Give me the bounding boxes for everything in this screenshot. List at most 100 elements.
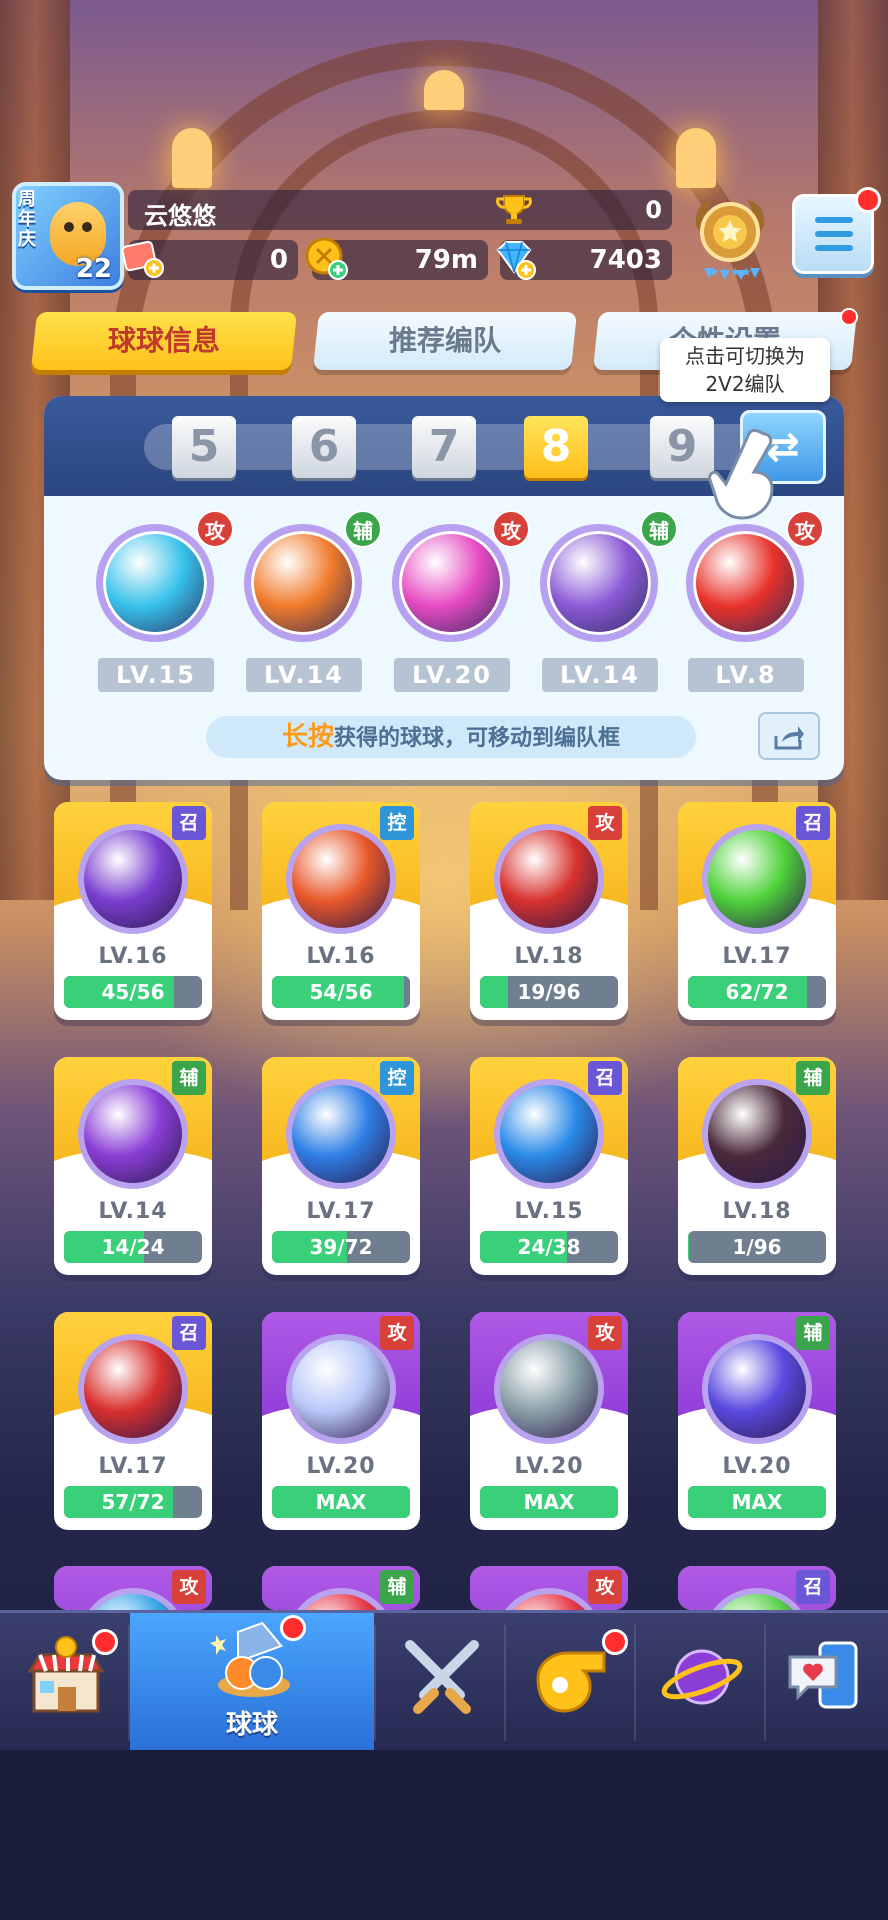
card-progress-text: 57/72 — [101, 1490, 165, 1514]
ball-role-badge: 攻 — [196, 510, 234, 548]
formation-ball[interactable] — [96, 524, 214, 642]
ticket-count: 0 — [269, 245, 288, 275]
formation-slot[interactable]: 7 — [412, 416, 476, 478]
card-level: LV.18 — [722, 1199, 792, 1224]
card-progress-text: MAX — [731, 1490, 783, 1514]
coin-count: 79m — [414, 245, 478, 275]
ball-card[interactable]: 攻 LV.20 MAX — [262, 1312, 420, 1530]
formation-ball[interactable] — [540, 524, 658, 642]
nav-shop[interactable] — [0, 1613, 128, 1753]
whistle-icon — [536, 1651, 606, 1713]
ticket-resource[interactable]: 0 — [121, 240, 298, 280]
formation-slot[interactable]: 5 — [172, 416, 236, 478]
card-progress-text: 62/72 — [725, 980, 789, 1004]
ball-type-badge: 召 — [796, 1570, 830, 1604]
rank-badge-icon[interactable]: ★★★★ — [690, 196, 770, 280]
hint-keyword: 长按 — [281, 722, 334, 752]
card-progress-bar: 1/96 — [688, 1231, 826, 1263]
player-level: 22 — [75, 254, 112, 284]
nav-social[interactable] — [766, 1613, 888, 1753]
ball-card[interactable]: 辅 LV.14 14/24 — [54, 1057, 212, 1275]
card-progress-bar: 19/96 — [480, 976, 618, 1008]
gem-plus-icon — [496, 241, 536, 280]
ball-icon — [702, 1079, 812, 1189]
ball-card[interactable]: 攻 LV.18 19/96 — [470, 802, 628, 1020]
ball-role-badge: 攻 — [492, 510, 530, 548]
card-level: LV.20 — [514, 1454, 584, 1479]
nav-battle[interactable] — [376, 1613, 504, 1753]
ball-icon — [494, 1334, 604, 1444]
switch-2v2-tooltip: 点击可切换为 2V2编队 — [660, 338, 830, 402]
bottom-nav: 球球 — [0, 1610, 888, 1753]
pointing-hand-icon — [708, 428, 774, 520]
trophy-icon — [496, 195, 532, 224]
ball-card[interactable]: 辅 LV.20 MAX — [678, 1312, 836, 1530]
ball-card[interactable]: 辅 — [262, 1566, 420, 1610]
card-level: LV.17 — [722, 944, 792, 969]
tab-recommended-team[interactable]: 推荐编队 — [312, 312, 578, 370]
card-level: LV.14 — [98, 1199, 168, 1224]
ball-type-badge: 召 — [588, 1061, 622, 1095]
anniversary-label: 周年庆 — [18, 189, 36, 250]
ball-icon — [286, 1079, 396, 1189]
ball-icon — [286, 1334, 396, 1444]
ball-card[interactable]: 召 LV.17 62/72 — [678, 802, 836, 1020]
whistle-notification-dot — [602, 1629, 628, 1655]
ball-card[interactable]: 辅 LV.18 1/96 — [678, 1057, 836, 1275]
ball-card[interactable]: 召 LV.16 45/56 — [54, 802, 212, 1020]
ball-type-badge: 控 — [380, 806, 414, 840]
formation-ball[interactable] — [686, 524, 804, 642]
card-progress-bar: 39/72 — [272, 1231, 410, 1263]
card-level: LV.20 — [722, 1454, 792, 1479]
ball-card[interactable]: 控 LV.16 54/56 — [262, 802, 420, 1020]
gem-count: 7403 — [589, 245, 662, 275]
ball-card[interactable]: 召 LV.17 57/72 — [54, 1312, 212, 1530]
ball-card[interactable]: 召 — [678, 1566, 836, 1610]
card-level: LV.17 — [306, 1199, 376, 1224]
ball-card[interactable]: 攻 LV.20 MAX — [470, 1312, 628, 1530]
svg-text:★★★★: ★★★★ — [708, 265, 751, 279]
ball-card[interactable]: 控 LV.17 39/72 — [262, 1057, 420, 1275]
nav-balls[interactable]: 球球 — [130, 1613, 374, 1753]
ball-type-badge: 辅 — [172, 1061, 206, 1095]
ball-type-badge: 控 — [380, 1061, 414, 1095]
ball-icon — [78, 824, 188, 934]
nav-planet[interactable] — [636, 1613, 764, 1753]
player-name: 云悠悠 — [144, 202, 216, 230]
gem-resource[interactable]: 7403 — [496, 240, 672, 280]
ball-type-badge: 召 — [796, 806, 830, 840]
ball-card[interactable]: 攻 — [54, 1566, 212, 1610]
player-avatar[interactable]: 周年庆 22 — [12, 182, 124, 290]
menu-icon — [815, 217, 853, 223]
formation-ball[interactable] — [244, 524, 362, 642]
ball-card[interactable]: 攻 — [470, 1566, 628, 1610]
social-icon — [788, 1641, 858, 1709]
card-progress-text: 45/56 — [101, 980, 165, 1004]
notification-dot — [855, 187, 881, 213]
card-progress-bar: 14/24 — [64, 1231, 202, 1263]
ball-type-badge: 辅 — [796, 1316, 830, 1350]
formation-slot[interactable]: 6 — [292, 416, 356, 478]
ball-type-badge: 召 — [172, 806, 206, 840]
card-progress-bar: 24/38 — [480, 1231, 618, 1263]
card-progress-bar: MAX — [272, 1486, 410, 1518]
menu-button[interactable] — [792, 187, 881, 274]
card-level: LV.15 — [514, 1199, 584, 1224]
player-name-bar: 云悠悠 0 — [128, 190, 672, 230]
nav-whistle[interactable] — [506, 1613, 634, 1753]
tab-ball-info[interactable]: 球球信息 — [30, 312, 298, 370]
planet-icon — [661, 1649, 743, 1705]
formation-slot-active[interactable]: 8 — [524, 416, 588, 478]
ball-icon — [702, 824, 812, 934]
ball-icon — [702, 1334, 812, 1444]
coin-resource[interactable]: 79m — [305, 237, 488, 280]
ticket-plus-icon — [121, 240, 164, 278]
ball-level: LV.14 — [246, 658, 362, 692]
settings-notification-dot — [840, 308, 858, 326]
ball-type-badge: 攻 — [588, 1570, 622, 1604]
card-level: LV.20 — [306, 1454, 376, 1479]
ball-card[interactable]: 召 LV.15 24/38 — [470, 1057, 628, 1275]
share-button[interactable] — [758, 712, 820, 760]
nav-balls-label: 球球 — [225, 1710, 278, 1740]
formation-ball[interactable] — [392, 524, 510, 642]
